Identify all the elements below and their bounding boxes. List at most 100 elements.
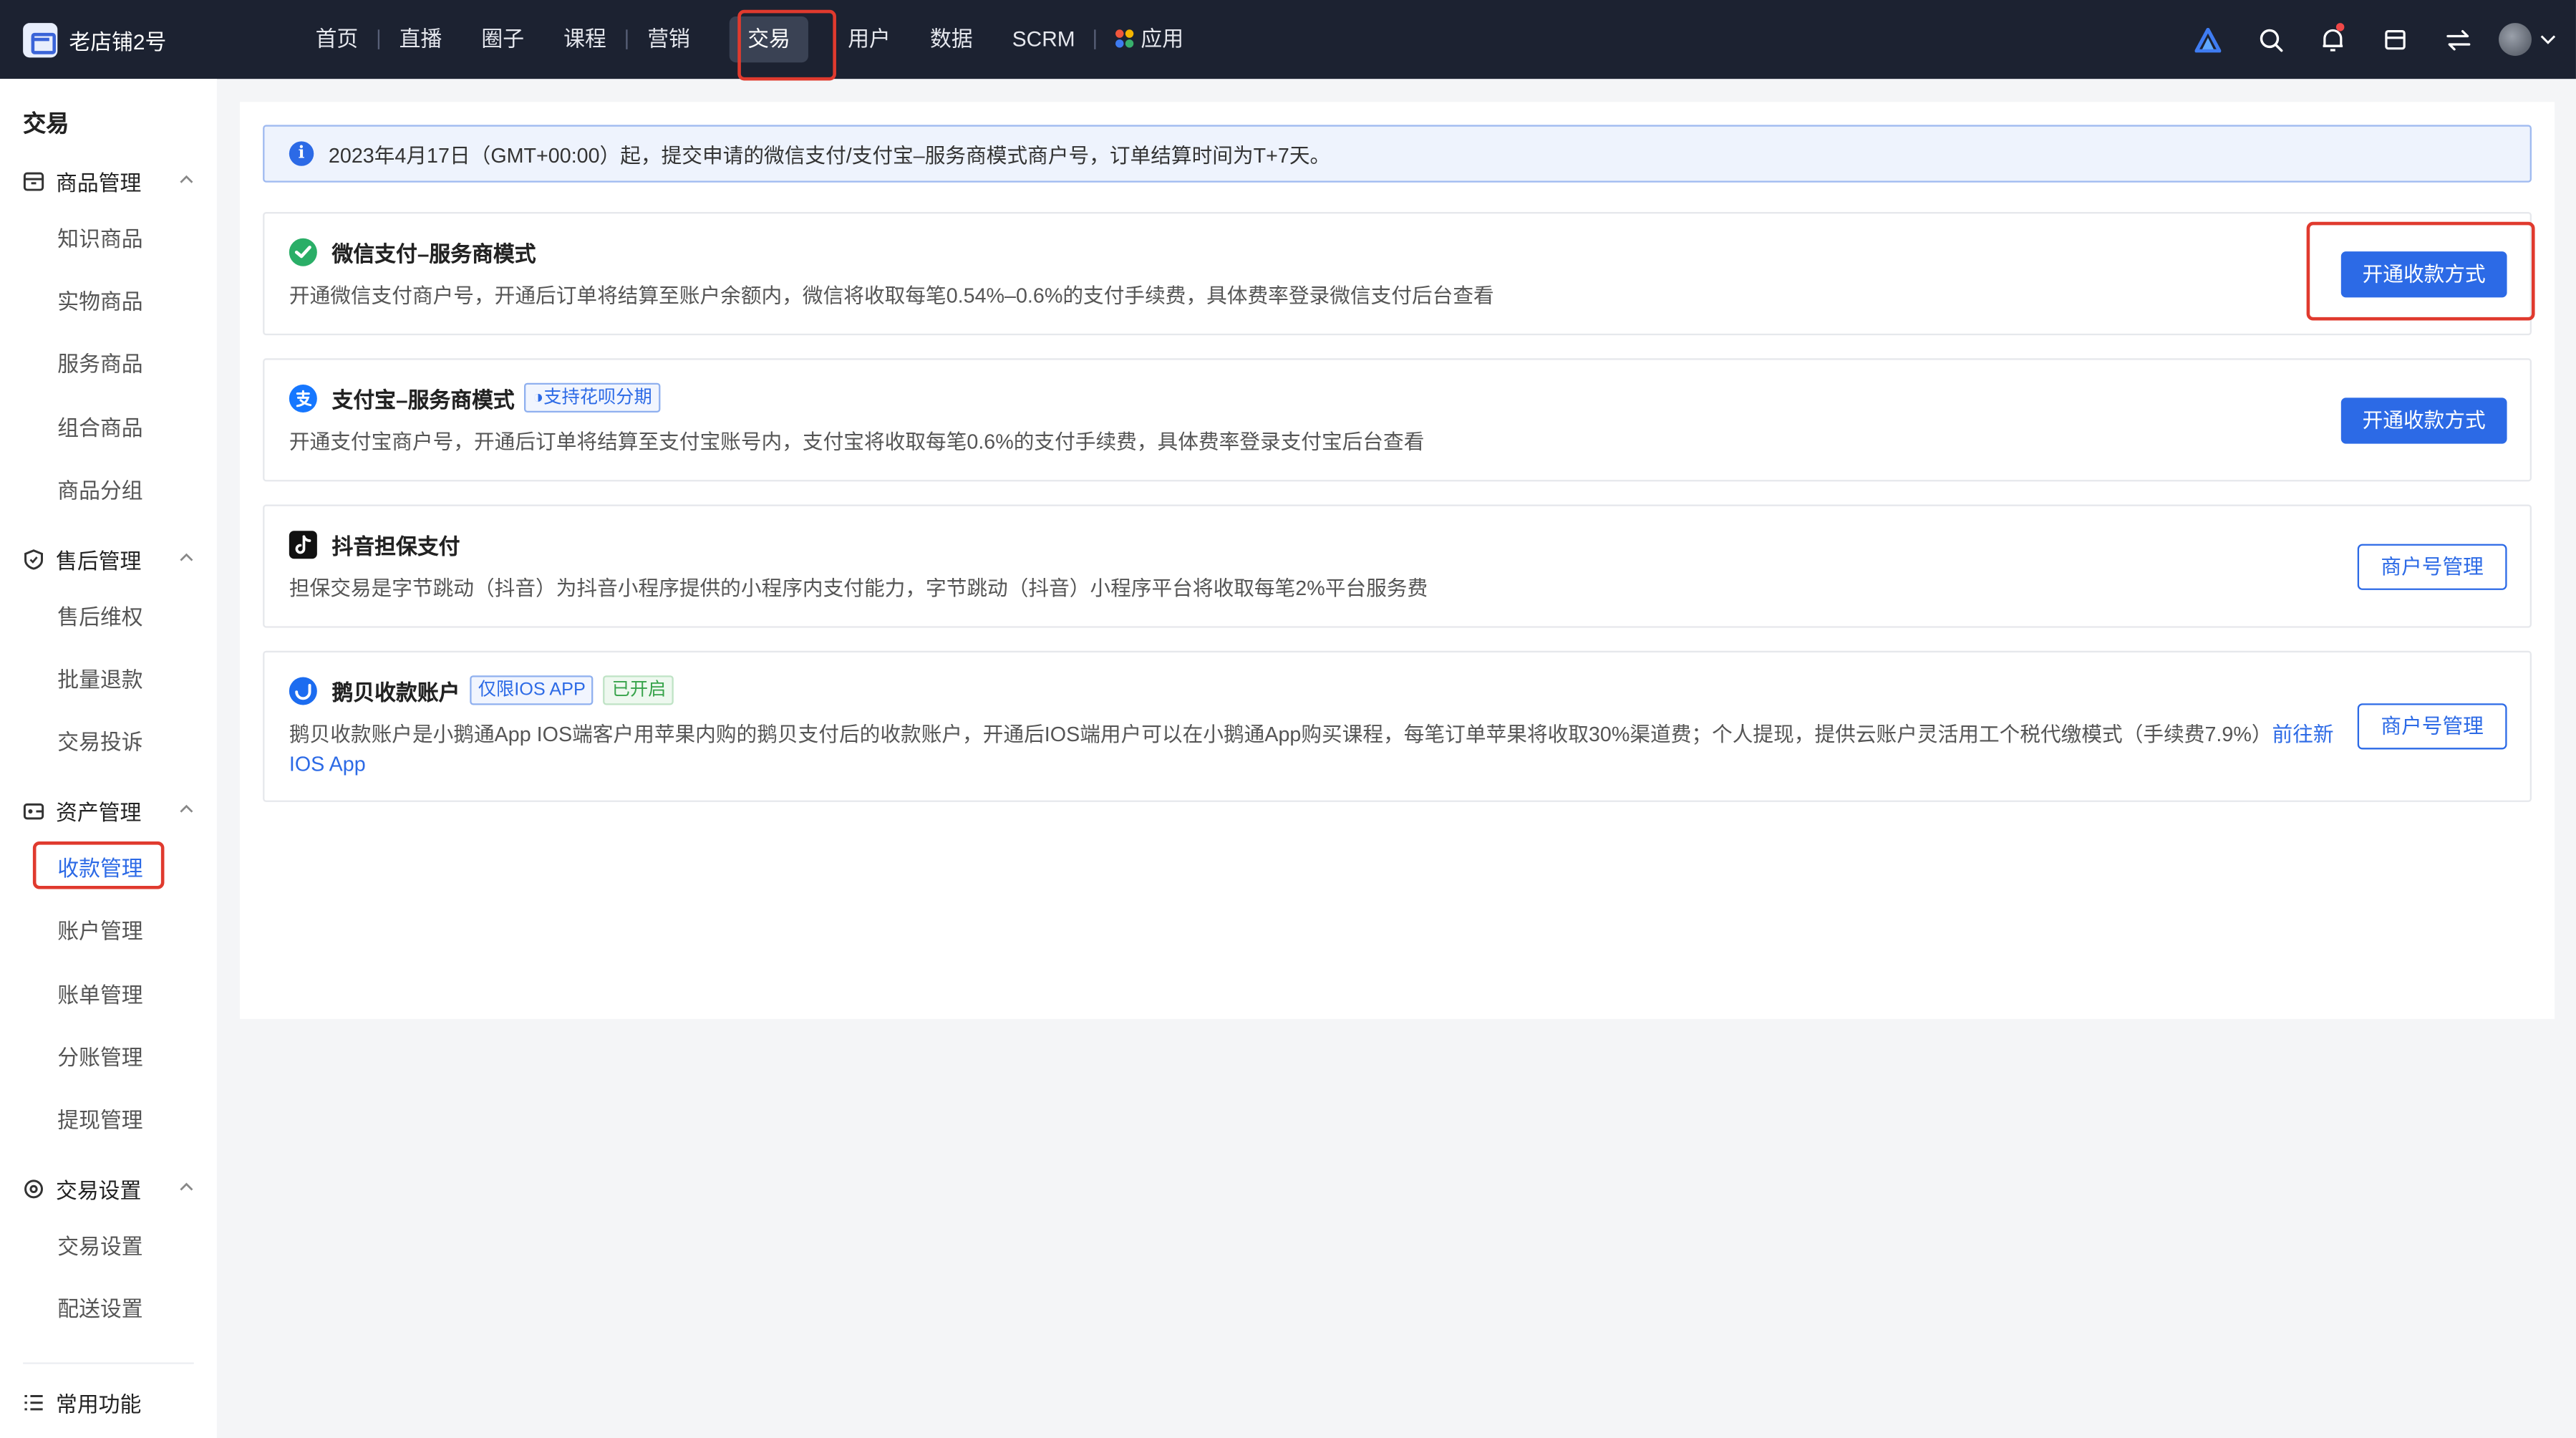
avatar [2499, 23, 2532, 57]
sidebar-item-bundle-products[interactable]: 组合商品 [57, 411, 142, 443]
nav-trade[interactable]: 交易 [710, 0, 828, 79]
card-title: 抖音担保支付 [331, 533, 460, 559]
nav-trade-label: 交易 [729, 16, 809, 63]
payment-card-douyin: 抖音担保支付 担保交易是字节跳动（抖音）为抖音小程序提供的小程序内支付能力，字节… [263, 504, 2532, 628]
wechat-pay-icon [289, 237, 317, 266]
nav-data[interactable]: 数据 [910, 0, 992, 79]
payment-card-wechat: 微信支付–服务商模式 开通微信支付商户号，开通后订单将结算至账户余额内，微信将收… [263, 212, 2532, 336]
card-description: 担保交易是字节跳动（抖音）为抖音小程序提供的小程序内支付能力，字节跳动（抖音）小… [289, 576, 1428, 600]
card-title: 支付宝–服务商模式 [331, 387, 515, 412]
main-nav: 首页 直播 圈子 课程 营销 交易 用户 数据 SCRM 应用 [296, 0, 1204, 79]
nav-live[interactable]: 直播 [379, 0, 462, 79]
huabei-tag-label: 支持花呗分期 [543, 387, 652, 408]
sidebar-group-label: 交易设置 [56, 1177, 142, 1202]
shield-icon [24, 549, 44, 569]
sidebar: 交易 商品管理 知识商品 实物商品 服务商品 组合商品 商品分组 售后管理 售后… [0, 79, 217, 1438]
sidebar-item-physical-products[interactable]: 实物商品 [57, 284, 142, 316]
alipay-icon [289, 383, 317, 412]
nav-home[interactable]: 首页 [296, 0, 378, 79]
card-description-text: 鹅贝收款账户是小鹅通App IOS端客户用苹果内购的鹅贝支付后的收款账户，开通后… [289, 723, 2272, 746]
settings-icon [24, 1179, 44, 1198]
sidebar-item-bill-management[interactable]: 账单管理 [57, 978, 142, 1009]
sidebar-item-payment-collection[interactable]: 收款管理 [57, 851, 142, 883]
card-title: 鹅贝收款账户 [331, 679, 460, 705]
info-icon: i [289, 141, 314, 166]
sidebar-group-label: 资产管理 [56, 799, 142, 824]
nav-apps-label: 应用 [1141, 26, 1184, 52]
sidebar-item-withdrawal-management[interactable]: 提现管理 [57, 1103, 142, 1134]
sidebar-item-service-products[interactable]: 服务商品 [57, 347, 142, 378]
sidebar-group-trade-settings[interactable]: 交易设置 [23, 1172, 194, 1205]
chevron-up-icon [180, 175, 193, 183]
chevron-up-icon [180, 804, 193, 813]
sidebar-item-account-management[interactable]: 账户管理 [57, 914, 142, 945]
user-menu[interactable] [2499, 23, 2556, 57]
top-right-icons [2176, 0, 2556, 79]
notice-text: 2023年4月17日（GMT+00:00）起，提交申请的微信支付/支付宝–服务商… [328, 144, 1331, 168]
store-logo-icon [23, 21, 58, 57]
sidebar-item-rights-protection[interactable]: 售后维权 [57, 600, 142, 632]
enable-payment-button[interactable]: 开通收款方式 [2340, 397, 2507, 444]
app-root: 老店铺2号 首页 直播 圈子 课程 营销 交易 用户 数据 SCRM 应用 交易… [0, 0, 2576, 1438]
notice-banner: i 2023年4月17日（GMT+00:00）起，提交申请的微信支付/支付宝–服… [263, 125, 2532, 183]
nav-circle[interactable]: 圈子 [462, 0, 544, 79]
sidebar-item-knowledge-products[interactable]: 知识商品 [57, 222, 142, 254]
payment-card-ebei: 鹅贝收款账户 仅限IOS APP 已开启 鹅贝收款账户是小鹅通App IOS端客… [263, 650, 2532, 802]
nav-apps[interactable]: 应用 [1096, 0, 1203, 79]
chevron-down-icon [2540, 35, 2556, 44]
sidebar-group-label: 售后管理 [56, 548, 142, 573]
search-icon[interactable] [2240, 0, 2302, 79]
douyin-icon [289, 530, 317, 559]
nav-course[interactable]: 课程 [544, 0, 626, 79]
sidebar-item-batch-refund[interactable]: 批量退款 [57, 662, 142, 694]
ebei-icon [289, 676, 317, 705]
sidebar-item-delivery-settings[interactable]: 配送设置 [57, 1292, 142, 1323]
merchant-management-button[interactable]: 商户号管理 [2357, 544, 2507, 590]
logo-triangle-icon[interactable] [2176, 0, 2239, 79]
card-description: 开通微信支付商户号，开通后订单将结算至账户余额内，微信将收取每笔0.54%–0.… [289, 284, 1494, 308]
nav-marketing[interactable]: 营销 [628, 0, 710, 79]
store-name: 老店铺2号 [69, 29, 167, 54]
sidebar-group-after-sales[interactable]: 售后管理 [23, 542, 194, 575]
enable-payment-button[interactable]: 开通收款方式 [2340, 251, 2507, 298]
bell-icon[interactable] [2302, 0, 2364, 79]
sidebar-group-assets[interactable]: 资产管理 [23, 793, 194, 826]
top-bar: 老店铺2号 首页 直播 圈子 课程 营销 交易 用户 数据 SCRM 应用 [0, 0, 2576, 81]
brand[interactable]: 老店铺2号 [23, 21, 166, 57]
payment-card-alipay: 支付宝–服务商模式 ◑支持花呗分期 开通支付宝商户号，开通后订单将结算至支付宝账… [263, 358, 2532, 482]
apps-icon [1115, 29, 1135, 48]
sidebar-common-functions[interactable]: 常用功能 [23, 1386, 194, 1419]
huabei-tag: ◑支持花呗分期 [524, 382, 661, 413]
installment-icon: ◑ [532, 387, 544, 408]
card-description: 鹅贝收款账户是小鹅通App IOS端客户用苹果内购的鹅贝支付后的收款账户，开通后… [289, 720, 2335, 779]
sidebar-group-label: 商品管理 [56, 170, 142, 195]
notification-dot [2335, 23, 2345, 32]
sidebar-item-product-groups[interactable]: 商品分组 [57, 473, 142, 505]
merchant-management-button[interactable]: 商户号管理 [2357, 703, 2507, 750]
card-header: 微信支付–服务商模式 [289, 236, 536, 266]
status-badge: 已开启 [604, 675, 674, 705]
box-icon [23, 171, 44, 190]
nav-users[interactable]: 用户 [828, 0, 911, 79]
wallet-icon [23, 802, 44, 819]
chevron-up-icon [180, 553, 193, 561]
sidebar-common-functions-label: 常用功能 [56, 1391, 142, 1417]
sidebar-title: 交易 [23, 110, 69, 137]
sidebar-item-trade-settings[interactable]: 交易设置 [57, 1230, 142, 1261]
card-description: 开通支付宝商户号，开通后订单将结算至支付宝账号内，支付宝将收取每笔0.6%的支付… [289, 430, 1425, 454]
switch-icon[interactable] [2426, 0, 2489, 79]
chevron-up-icon [180, 1182, 193, 1191]
card-header: 抖音担保支付 [289, 529, 460, 559]
main-content: i 2023年4月17日（GMT+00:00）起，提交申请的微信支付/支付宝–服… [240, 102, 2555, 1019]
card-header: 鹅贝收款账户 仅限IOS APP 已开启 [289, 675, 674, 705]
card-header: 支付宝–服务商模式 ◑支持花呗分期 [289, 382, 661, 413]
list-icon [24, 1394, 43, 1410]
shop-icon[interactable] [2364, 0, 2426, 79]
sidebar-divider [23, 1362, 194, 1364]
card-title: 微信支付–服务商模式 [331, 241, 536, 266]
sidebar-group-products[interactable]: 商品管理 [23, 164, 194, 197]
sidebar-item-trade-complaints[interactable]: 交易投诉 [57, 725, 142, 756]
sidebar-item-split-management[interactable]: 分账管理 [57, 1041, 142, 1072]
ios-only-tag: 仅限IOS APP [470, 675, 594, 705]
nav-scrm[interactable]: SCRM [992, 0, 1095, 79]
